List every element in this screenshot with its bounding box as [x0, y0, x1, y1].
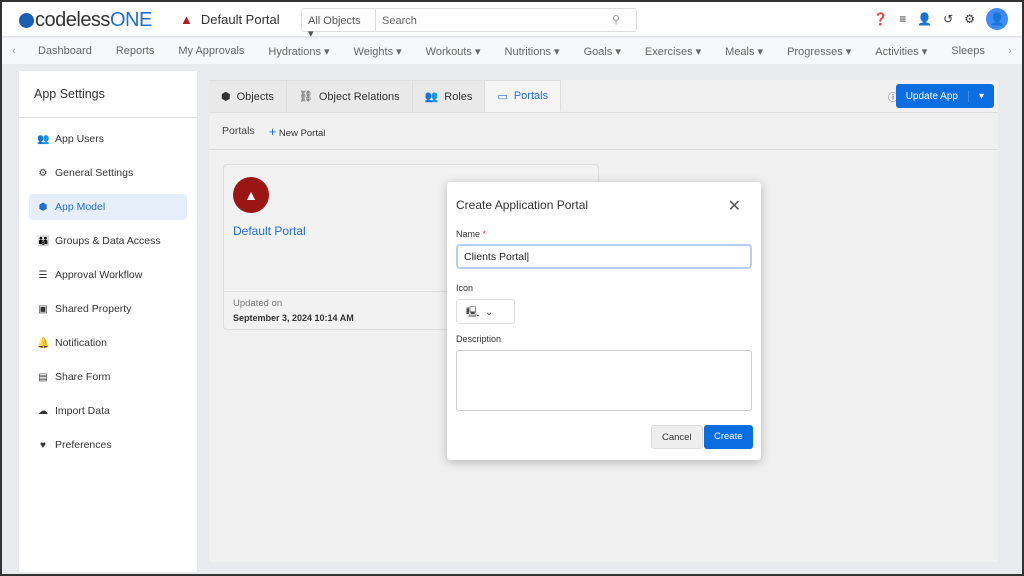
nav-item[interactable]: Meals ▾	[713, 45, 775, 58]
sidebar-item-approval-workflow[interactable]: ☰ Approval Workflow	[29, 262, 187, 288]
close-icon[interactable]: ✕	[728, 196, 741, 216]
chevron-left-icon[interactable]: ‹	[2, 45, 26, 57]
nav-item[interactable]: Dashboard	[26, 45, 104, 58]
add-user-icon[interactable]: 👤	[917, 12, 932, 26]
sidebar-icon: 👥	[37, 133, 50, 145]
create-button[interactable]: Create	[704, 425, 753, 449]
sidebar-item-groups-data-access[interactable]: 👪 Groups & Data Access	[29, 228, 187, 254]
description-textarea[interactable]	[456, 350, 752, 411]
chevron-right-icon[interactable]: ›	[998, 45, 1022, 57]
app-nav: ‹ Dashboard Reports My Approvals Hydrations…	[2, 38, 1022, 64]
tab-objects[interactable]: ⬢ Objects	[209, 80, 287, 112]
new-portal-button[interactable]: + New Portal	[269, 124, 326, 139]
tab-icon: ⛓	[298, 91, 313, 103]
sidebar-icon: ☰	[38, 269, 48, 281]
gear-icon[interactable]: ⚙	[964, 12, 975, 26]
nav-item[interactable]: Exercises ▾	[633, 45, 713, 58]
sidebar-icon: ▣	[38, 303, 48, 315]
sidebar-item-share-form[interactable]: ▤ Share Form	[29, 364, 187, 390]
global-search: All Objects ▾ Search ⚲	[301, 8, 637, 40]
nav-item[interactable]: Reports	[104, 45, 167, 58]
nav-item[interactable]: My Approvals	[166, 45, 256, 58]
sidebar-item-app-users[interactable]: 👥 App Users	[29, 126, 187, 152]
portal-icon: 🖳	[466, 307, 480, 318]
top-bar: codelessONE ▲ Default Portal All Objects …	[2, 2, 1022, 40]
sidebar-icon: 🔔	[37, 337, 50, 349]
search-input[interactable]: Search	[376, 9, 612, 31]
cancel-button[interactable]: Cancel	[651, 425, 703, 449]
name-input[interactable]: Clients Portal|	[456, 244, 752, 269]
nav-item[interactable]: Hydrations ▾	[256, 45, 341, 58]
tab-icon: ⬢	[221, 91, 231, 103]
history-icon[interactable]: ↺	[943, 12, 953, 26]
dialog-title: Create Application Portal	[456, 198, 589, 212]
portal-switcher[interactable]: ▲ Default Portal	[180, 12, 280, 27]
tab-object-relations[interactable]: ⛓ Object Relations	[286, 80, 413, 112]
sidebar: App Settings 👥 App Users ⚙ General Settings…	[19, 71, 197, 572]
tab-icon: ▭	[497, 90, 508, 103]
sidebar-icon: ▤	[38, 371, 48, 383]
sidebar-item-import-data[interactable]: ☁ Import Data	[29, 398, 187, 424]
plus-icon: +	[268, 123, 277, 139]
database-icon[interactable]: ≡	[899, 12, 906, 26]
icon-select[interactable]: 🖳 ⌄	[456, 299, 515, 324]
nav-item[interactable]: Workouts ▾	[414, 45, 493, 58]
tab-portals[interactable]: ▭ Portals	[485, 80, 562, 112]
sidebar-item-general-settings[interactable]: ⚙ General Settings	[29, 160, 187, 186]
chevron-down-icon: ⌄	[484, 307, 494, 318]
avatar[interactable]: 👤	[986, 8, 1008, 30]
nav-item[interactable]: Sleeps	[939, 45, 997, 58]
portals-heading: Portals	[222, 125, 255, 137]
sidebar-item-notification[interactable]: 🔔 Notification	[29, 330, 187, 356]
sidebar-icon: ⬢	[38, 201, 48, 213]
sidebar-item-shared-property[interactable]: ▣ Shared Property	[29, 296, 187, 322]
portal-logo-icon: ▲	[233, 177, 269, 213]
chevron-down-icon[interactable]: ▾	[967, 90, 994, 102]
nav-item[interactable]: Activities ▾	[863, 45, 939, 58]
nav-item[interactable]: Progresses ▾	[775, 45, 863, 58]
sidebar-item-preferences[interactable]: ♥ Preferences	[29, 432, 187, 458]
nav-item[interactable]: Weights ▾	[342, 45, 414, 58]
sidebar-icon: ♥	[40, 439, 46, 451]
logo[interactable]: codelessONE	[19, 9, 152, 32]
sidebar-icon: ⚙	[38, 167, 48, 179]
tab-icon: 👥	[424, 91, 439, 103]
help-icon[interactable]: ❓	[873, 12, 888, 26]
create-portal-dialog: Create Application Portal ✕ Name * Clien…	[447, 182, 761, 460]
search-scope-select[interactable]: All Objects ▾	[302, 9, 376, 40]
sidebar-item-app-model[interactable]: ⬢ App Model	[29, 194, 187, 220]
sidebar-icon: 👪	[37, 235, 50, 247]
sidebar-title: App Settings	[19, 71, 197, 118]
search-icon[interactable]: ⚲	[612, 9, 636, 31]
tab-roles[interactable]: 👥 Roles	[412, 80, 486, 112]
nav-item[interactable]: Goals ▾	[572, 45, 633, 58]
nav-item[interactable]: Nutritions ▾	[493, 45, 572, 58]
portal-logo-icon: ▲	[180, 12, 193, 27]
update-app-button[interactable]: Update App ▾	[895, 84, 994, 108]
sidebar-icon: ☁	[38, 405, 48, 417]
portal-name-link[interactable]: Default Portal	[233, 224, 306, 238]
